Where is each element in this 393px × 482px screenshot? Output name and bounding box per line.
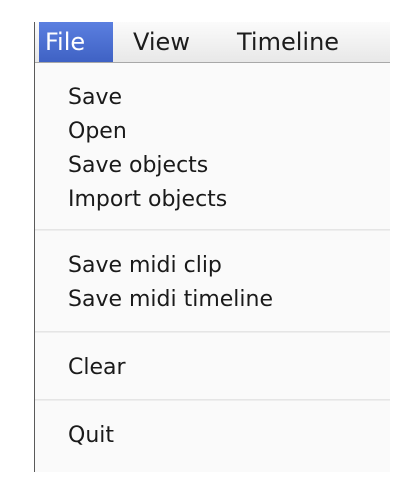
menu-item-open[interactable]: Open xyxy=(68,117,127,147)
menu-item-save-midi-timeline[interactable]: Save midi timeline xyxy=(68,285,273,315)
file-menu-dropdown: Save Open Save objects Import objects Sa… xyxy=(35,63,390,472)
menu-separator xyxy=(35,399,390,401)
menu-item-save-midi-clip[interactable]: Save midi clip xyxy=(68,251,222,281)
menu-item-save[interactable]: Save xyxy=(68,83,122,113)
menu-timeline[interactable]: Timeline xyxy=(237,22,339,62)
menu-separator xyxy=(35,331,390,333)
menu-bar: File View Timeline xyxy=(35,22,390,63)
menu-separator xyxy=(35,229,390,231)
menu-item-quit[interactable]: Quit xyxy=(68,421,114,451)
menu-item-clear[interactable]: Clear xyxy=(68,353,126,383)
menu-window: File View Timeline Save Open Save object… xyxy=(34,22,390,472)
menu-item-import-objects[interactable]: Import objects xyxy=(68,185,227,215)
menu-file[interactable]: File xyxy=(39,22,113,62)
menu-view[interactable]: View xyxy=(133,22,190,62)
menu-item-save-objects[interactable]: Save objects xyxy=(68,151,208,181)
